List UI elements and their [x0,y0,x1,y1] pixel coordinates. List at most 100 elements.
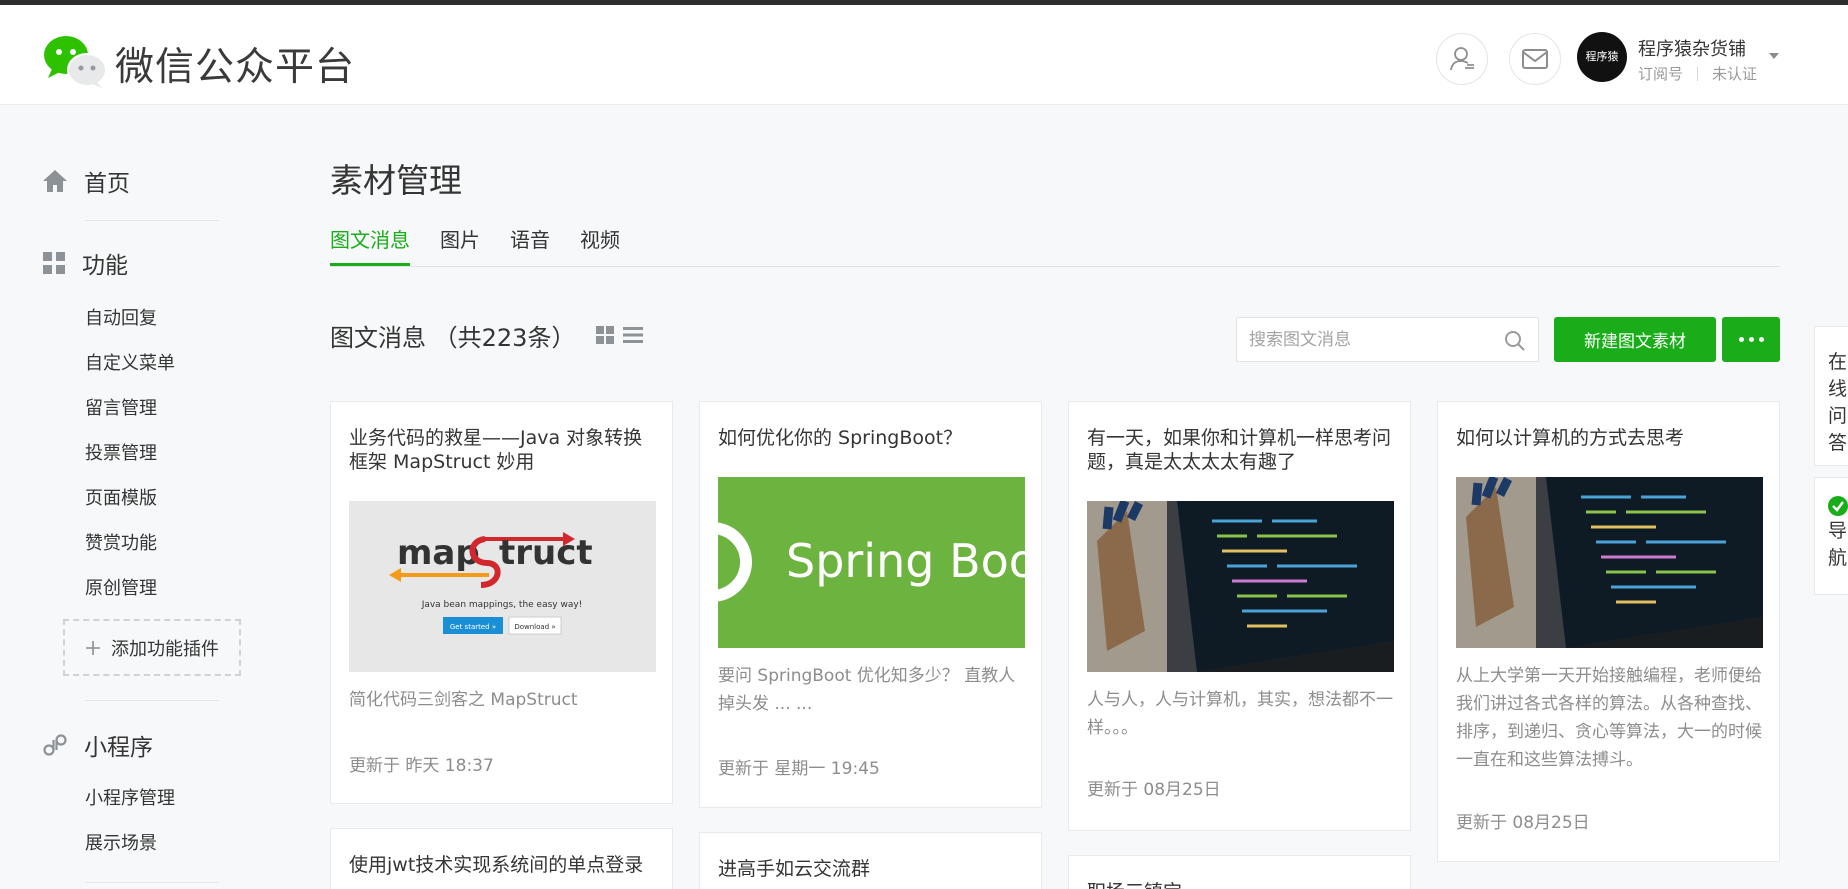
sidebar-item-comments[interactable]: 留言管理 [85,394,157,420]
dot-icon [1748,337,1754,342]
account-avatar[interactable]: 程序猿 [1577,32,1627,82]
article-card[interactable]: 职场三镇宝... [1068,855,1411,889]
tab-voice[interactable]: 语音 [510,224,550,253]
nav-label: 导航 [1828,520,1848,569]
sidebar-section-miniprogram[interactable]: 小程序 [42,728,153,762]
search-box [1236,317,1539,362]
tab-images[interactable]: 图片 [440,224,480,253]
add-plugin-button[interactable]: 添加功能插件 [63,619,241,676]
active-tab-indicator [330,263,410,266]
sidebar-item-votes[interactable]: 投票管理 [85,439,157,465]
svg-text:Download »: Download » [514,623,555,631]
article-title: 使用jwt技术实现系统间的单点登录 [349,854,644,876]
svg-text:map: map [397,533,480,573]
add-plugin-label: 添加功能插件 [111,638,219,660]
nav-button[interactable]: 导航 [1814,477,1848,595]
article-card[interactable]: 如何以计算机的方式去思考 从上大学第一天开始接触编程，老师便给我们讲过各式各样的… [1437,401,1780,862]
svg-text:Get started »: Get started » [450,623,496,631]
article-card[interactable]: 进高手如云交流群 [699,832,1042,889]
online-qa-label: 在线问答 [1828,351,1848,454]
svg-text:Spring Boo: Spring Boo [786,534,1025,588]
sidebar-section-label: 功能 [82,253,128,279]
list-count: （共223条） [433,324,576,352]
platform-title: 微信公众平台 [115,45,356,90]
article-thumbnail [1456,477,1763,648]
article-title: 有一天，如果你和计算机一样思考问题，真是太太太太有趣了 [1087,427,1392,473]
material-tabs: 图文消息 图片 语音 视频 [330,222,1780,267]
grid-view-icon[interactable] [596,326,614,344]
wechat-logo-icon[interactable] [42,33,108,89]
article-title: 业务代码的救星——Java 对象转换框架 MapStruct 妙用 [349,427,643,473]
article-summary: 简化代码三剑客之 MapStruct [349,690,578,710]
meta-divider [1697,67,1699,81]
sidebar-item-rewards[interactable]: 赞赏功能 [85,529,157,555]
article-card[interactable]: 如何优化你的 SpringBoot？ Spring Boo 要问 SpringB… [699,401,1042,808]
sidebar-divider [85,882,219,883]
sidebar-divider [85,700,219,701]
list-title: 图文消息 [330,324,426,352]
dot-icon [1758,337,1764,342]
check-circle-icon [1828,496,1848,516]
sidebar: 首页 功能 自动回复 自定义菜单 留言管理 投票管理 页面模版 赞赏功能 原创管… [0,106,280,889]
sidebar-item-auto-reply[interactable]: 自动回复 [85,304,157,330]
article-title: 如何以计算机的方式去思考 [1456,427,1685,449]
sidebar-item-showcase[interactable]: 展示场景 [85,829,157,855]
svg-text:truct: truct [499,533,593,573]
page-title: 素材管理 [330,161,462,200]
sidebar-section-features[interactable]: 功能 [42,246,128,280]
grid-icon [43,252,65,274]
list-heading: 图文消息 （共223条） [330,318,575,353]
article-thumbnail: map truct Java bean mappings, the easy w… [349,501,656,672]
sidebar-item-miniprogram-manage[interactable]: 小程序管理 [85,784,175,810]
article-title: 进高手如云交流群 [718,858,871,880]
tab-video[interactable]: 视频 [580,224,620,253]
sidebar-item-label: 首页 [84,171,130,197]
article-update-time: 更新于 昨天 18:37 [349,756,494,776]
sidebar-item-templates[interactable]: 页面模版 [85,484,157,510]
chevron-down-icon[interactable] [1769,53,1779,59]
article-update-time: 更新于 08月25日 [1087,780,1221,800]
link-icon [43,734,67,756]
online-qa-button[interactable]: 在线问答 [1814,326,1848,466]
article-thumbnail: Spring Boo [718,477,1025,648]
article-summary: 从上大学第一天开始接触编程，老师便给我们讲过各式各样的算法。从各种查找、排序，到… [1456,666,1762,770]
account-verify-status[interactable]: 未认证 [1712,65,1757,83]
top-header: 微信公众平台 程序猿 程序猿杂货铺 订阅号 未认证 [0,5,1848,105]
article-title: 职场三镇宝... [1087,880,1397,889]
article-update-time: 更新于 08月25日 [1456,813,1590,833]
sidebar-item-custom-menu[interactable]: 自定义菜单 [85,349,175,375]
search-input[interactable] [1249,318,1499,361]
sidebar-divider [85,220,219,221]
article-card[interactable]: 业务代码的救星——Java 对象转换框架 MapStruct 妙用 map tr… [330,401,673,804]
article-summary: 人与人，人与计算机，其实，想法都不一样。。。 [1087,690,1393,738]
article-thumbnail [1087,501,1394,672]
svg-text:Java bean mappings, the easy w: Java bean mappings, the easy way! [421,600,583,610]
dot-icon [1738,337,1744,342]
account-name[interactable]: 程序猿杂货铺 [1638,35,1746,61]
springboot-image: Spring Boo [718,522,1025,602]
search-icon[interactable] [1504,330,1526,352]
article-summary: 要问 SpringBoot 优化知多少？ 直教人掉头发 ... ... [718,666,1016,714]
article-title: 如何优化你的 SpringBoot？ [718,427,963,449]
sidebar-item-original[interactable]: 原创管理 [85,574,157,600]
home-icon [43,170,67,192]
tab-articles[interactable]: 图文消息 [330,224,410,253]
user-settings-button[interactable] [1436,33,1488,85]
mail-icon [1522,49,1548,69]
new-article-button[interactable]: 新建图文素材 [1554,317,1716,362]
article-card[interactable]: 有一天，如果你和计算机一样思考问题，真是太太太太有趣了 人与人，人与计算机，其实… [1068,401,1411,831]
user-icon [1450,47,1474,71]
sidebar-item-home[interactable]: 首页 [42,164,130,198]
laptop-code-image [1456,477,1763,648]
article-update-time: 更新于 星期一 19:45 [718,759,880,779]
list-view-icon[interactable] [623,326,643,344]
mapstruct-logo-image: map truct Java bean mappings, the easy w… [389,532,593,635]
account-type: 订阅号 [1638,65,1684,83]
account-meta: 订阅号 未认证 [1638,63,1757,84]
avatar-text: 程序猿 [1585,50,1619,63]
article-card[interactable]: 使用jwt技术实现系统间的单点登录 [330,828,673,889]
plus-icon [86,640,100,655]
more-options-button[interactable] [1722,317,1780,362]
sidebar-section-label: 小程序 [84,735,153,761]
messages-button[interactable] [1509,33,1561,85]
